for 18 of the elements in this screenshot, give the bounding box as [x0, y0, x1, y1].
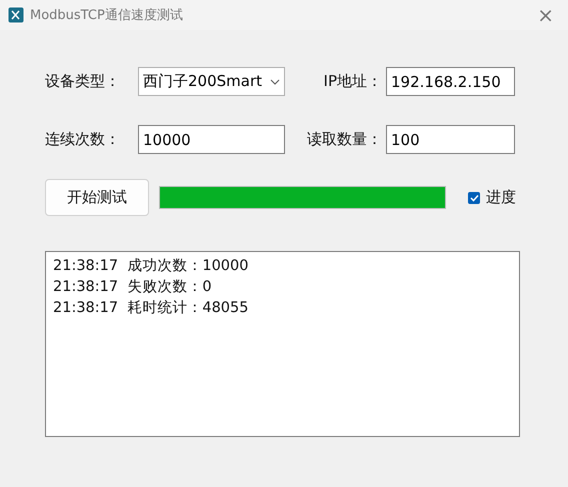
- checkbox[interactable]: [468, 192, 480, 204]
- caret-icon: [270, 78, 280, 84]
- field-label: 设备类型：: [45, 72, 120, 91]
- input-field[interactable]: 192.168.2.150: [386, 67, 515, 96]
- window-title: ModbusTCP通信速度测试: [30, 7, 184, 24]
- field-label: IP地址：: [324, 72, 383, 91]
- input-field[interactable]: 100: [386, 125, 515, 154]
- app-icon: [8, 7, 24, 23]
- start-button[interactable]: 开始测试: [45, 179, 149, 216]
- log-line: 21:38:17 失败次数：0: [53, 278, 213, 297]
- device-type-dropdown[interactable]: 西门子200Smart: [138, 67, 285, 96]
- log-line: 21:38:17 成功次数：10000: [53, 257, 250, 276]
- checkbox-label: 进度: [486, 188, 516, 207]
- log-line: 21:38:17 耗时统计：48055: [53, 299, 250, 318]
- field-label: 读取数量：: [307, 130, 383, 149]
- close-button[interactable]: ×: [531, 3, 560, 27]
- field-label: 连续次数：: [45, 130, 120, 149]
- input-field[interactable]: 10000: [138, 125, 285, 154]
